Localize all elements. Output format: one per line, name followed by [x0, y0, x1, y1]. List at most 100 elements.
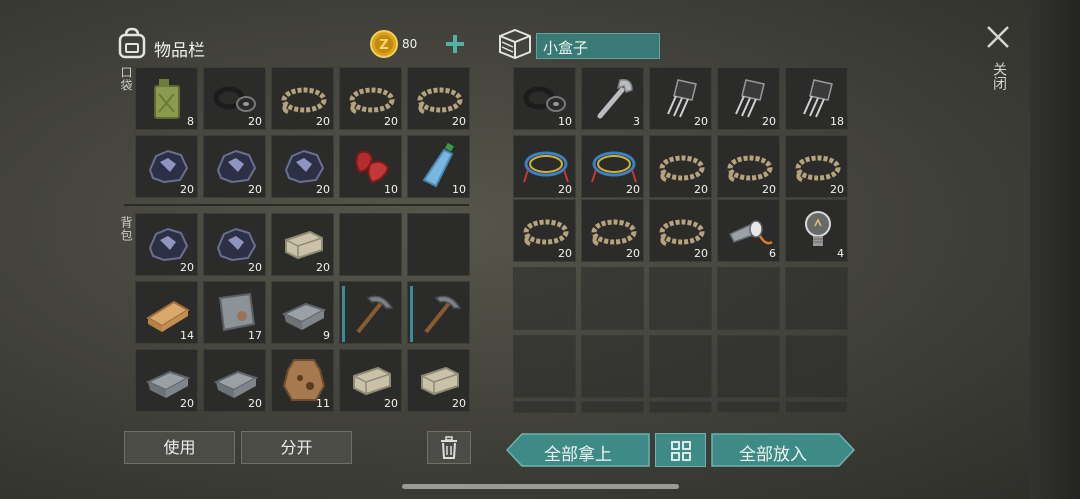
- container-slot[interactable]: 18: [785, 67, 848, 130]
- item-quantity: 20: [180, 261, 194, 274]
- container-slot[interactable]: 20: [649, 199, 712, 262]
- container-slot[interactable]: 20: [717, 67, 780, 130]
- container-name: 小盒子: [543, 39, 589, 57]
- item-quantity: 10: [558, 115, 572, 128]
- container-name-field[interactable]: 小盒子: [536, 33, 660, 59]
- container-slot-empty[interactable]: [581, 267, 644, 330]
- item-quantity: 20: [316, 115, 330, 128]
- container-slot-empty[interactable]: [717, 267, 780, 330]
- backpack-slot[interactable]: 17: [203, 281, 266, 344]
- container-slot[interactable]: 10: [513, 67, 576, 130]
- container-slot-empty[interactable]: [649, 401, 712, 413]
- iron-ingot-icon: [281, 302, 327, 330]
- item-quantity: 20: [452, 397, 466, 410]
- pocket-slot[interactable]: 10: [339, 135, 402, 198]
- backpack-slot[interactable]: 20: [203, 349, 266, 412]
- take-all-label: 全部拿上: [544, 445, 612, 465]
- container-slot-empty[interactable]: [513, 335, 576, 398]
- home-indicator[interactable]: [402, 484, 679, 489]
- pocket-slot[interactable]: 20: [271, 135, 334, 198]
- add-coins-button[interactable]: [444, 33, 466, 55]
- light-bulb-icon: [805, 211, 831, 246]
- item-quantity: 8: [187, 115, 194, 128]
- container-slot-empty[interactable]: [717, 335, 780, 398]
- container-slot[interactable]: 20: [649, 67, 712, 130]
- flashlight-icon: [728, 220, 773, 245]
- item-quantity: 20: [384, 397, 398, 410]
- item-quantity: 20: [762, 115, 776, 128]
- item-quantity: 17: [248, 329, 262, 342]
- pickaxe-icon: [424, 295, 462, 334]
- backpack-slot[interactable]: [407, 281, 470, 344]
- put-all-label: 全部放入: [739, 445, 807, 465]
- backpack-slot[interactable]: 11: [271, 349, 334, 412]
- pocket-slot[interactable]: 8: [135, 67, 198, 130]
- backpack-label: 背包: [119, 216, 133, 242]
- item-quantity: 6: [769, 247, 776, 260]
- pocket-slot[interactable]: 20: [271, 67, 334, 130]
- backpack-slot[interactable]: 20: [339, 349, 402, 412]
- backpack-slot[interactable]: 20: [271, 213, 334, 276]
- wrench-icon: [597, 78, 633, 119]
- item-quantity: 20: [316, 183, 330, 196]
- backpack-slot[interactable]: [339, 213, 402, 276]
- backpack-slot[interactable]: 20: [407, 349, 470, 412]
- backpack-slot[interactable]: 20: [203, 213, 266, 276]
- section-divider: [124, 204, 469, 206]
- item-quantity: 20: [452, 115, 466, 128]
- box-icon: [498, 28, 532, 60]
- container-slot-empty[interactable]: [785, 335, 848, 398]
- container-slot-empty[interactable]: [717, 401, 780, 413]
- container-slot[interactable]: 20: [649, 135, 712, 198]
- item-quantity: 20: [248, 397, 262, 410]
- side-strip: [1030, 0, 1080, 499]
- pocket-slot[interactable]: 20: [135, 135, 198, 198]
- pocket-slot[interactable]: 20: [407, 67, 470, 130]
- container-slot[interactable]: 6: [717, 199, 780, 262]
- split-button[interactable]: 分开: [241, 431, 352, 464]
- container-slot-empty[interactable]: [513, 401, 576, 413]
- item-quantity: 20: [694, 115, 708, 128]
- inventory-title: 物品栏: [154, 41, 205, 61]
- pocket-slot[interactable]: 10: [407, 135, 470, 198]
- sort-button[interactable]: [655, 433, 706, 467]
- backpack-slot[interactable]: 14: [135, 281, 198, 344]
- item-quantity: 20: [694, 247, 708, 260]
- item-quantity: 11: [316, 397, 330, 410]
- item-quantity: 20: [626, 183, 640, 196]
- pocket-slot[interactable]: 20: [203, 67, 266, 130]
- close-button[interactable]: 关闭: [983, 22, 1013, 102]
- pocket-slot[interactable]: 20: [203, 135, 266, 198]
- backpack-slot[interactable]: 20: [135, 213, 198, 276]
- pocket-slot[interactable]: 20: [339, 67, 402, 130]
- container-slot[interactable]: 20: [785, 135, 848, 198]
- container-slot[interactable]: 3: [581, 67, 644, 130]
- backpack-slot[interactable]: [407, 213, 470, 276]
- container-slot-empty[interactable]: [649, 335, 712, 398]
- item-quantity: 20: [830, 183, 844, 196]
- item-quantity: 20: [694, 183, 708, 196]
- put-all-button[interactable]: 全部放入: [711, 433, 855, 467]
- container-slot[interactable]: 4: [785, 199, 848, 262]
- item-quantity: 4: [837, 247, 844, 260]
- backpack-slot[interactable]: 20: [135, 349, 198, 412]
- container-slot-empty[interactable]: [513, 267, 576, 330]
- backpack-slot[interactable]: 9: [271, 281, 334, 344]
- trash-button[interactable]: [427, 431, 471, 464]
- container-slot-empty[interactable]: [581, 401, 644, 413]
- container-slot[interactable]: 20: [581, 199, 644, 262]
- item-quantity: 9: [323, 329, 330, 342]
- container-slot[interactable]: 20: [513, 135, 576, 198]
- container-slot[interactable]: 20: [581, 135, 644, 198]
- take-all-button[interactable]: 全部拿上: [506, 433, 650, 467]
- container-slot-empty[interactable]: [785, 401, 848, 413]
- item-quantity: 10: [384, 183, 398, 196]
- container-slot-empty[interactable]: [649, 267, 712, 330]
- use-button[interactable]: 使用: [124, 431, 235, 464]
- container-slot[interactable]: 20: [513, 199, 576, 262]
- backpack-slot[interactable]: [339, 281, 402, 344]
- container-slot-empty[interactable]: [785, 267, 848, 330]
- svg-text:Z: Z: [379, 38, 388, 53]
- container-slot-empty[interactable]: [581, 335, 644, 398]
- container-slot[interactable]: 20: [717, 135, 780, 198]
